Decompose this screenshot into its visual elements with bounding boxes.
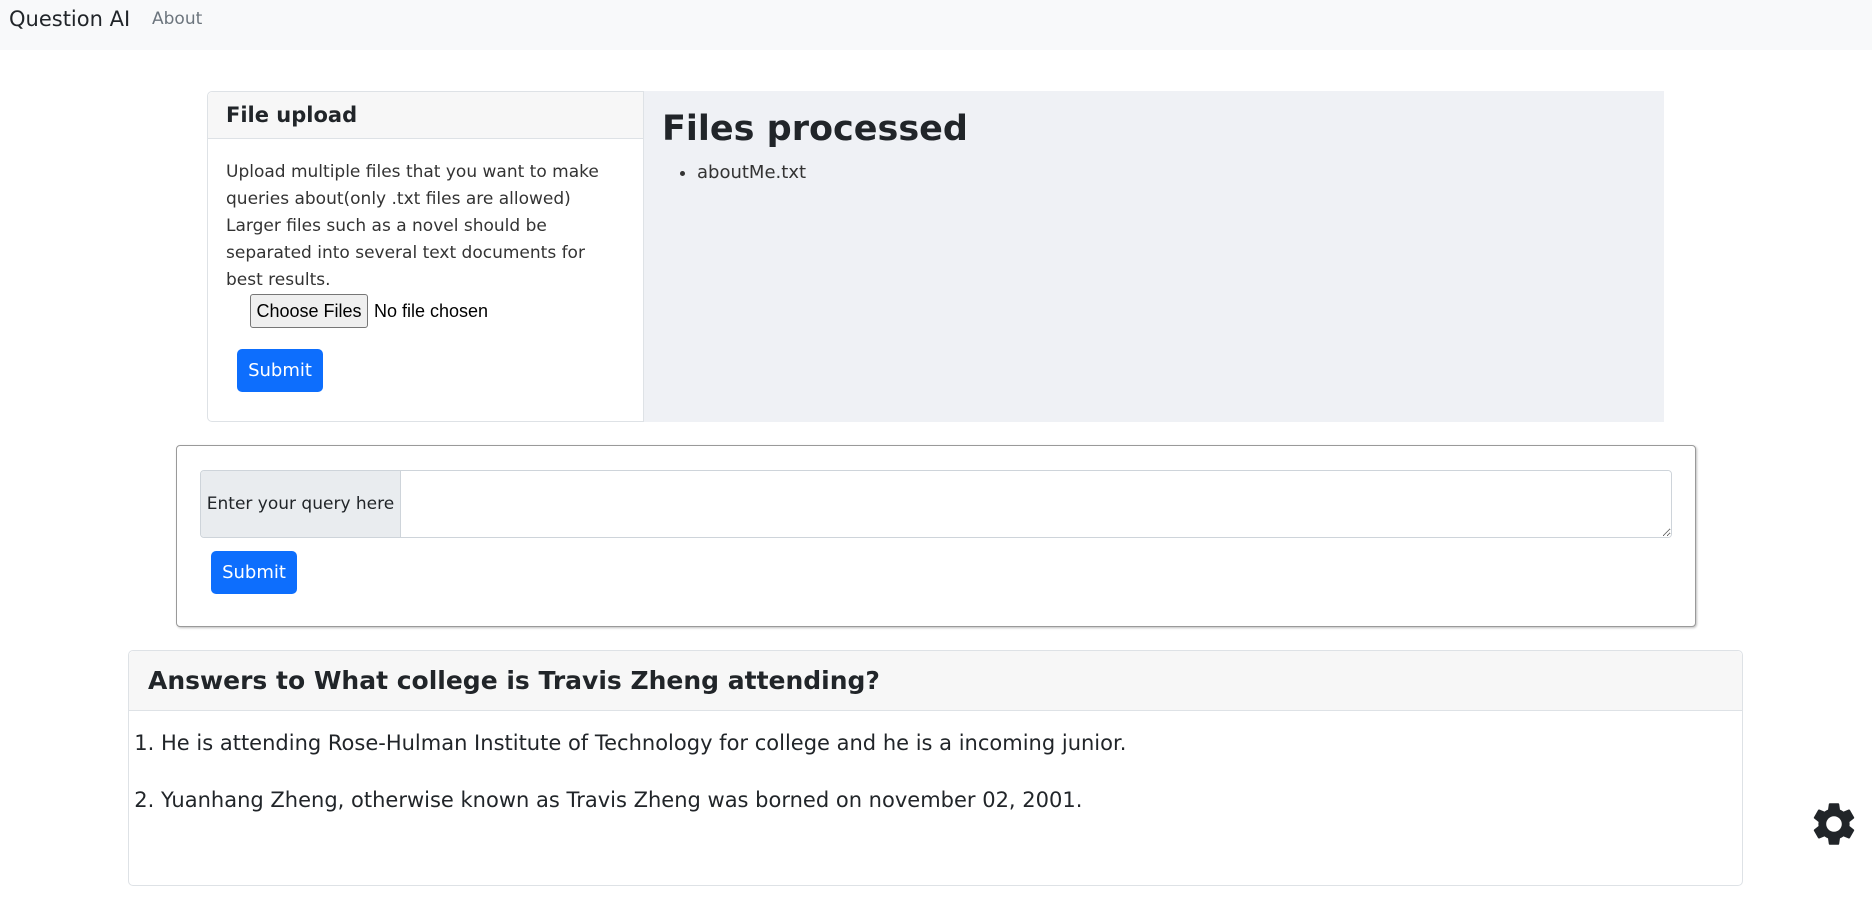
file-upload-card: File upload Upload multiple files that y…	[207, 91, 644, 422]
answer-item: He is attending Rose-Hulman Institute of…	[161, 731, 1126, 755]
file-status-text: No file chosen	[374, 300, 489, 321]
gear-icon[interactable]	[1808, 798, 1860, 850]
file-upload-description: Upload multiple files that you want to m…	[226, 162, 599, 290]
answer-item: Yuanhang Zheng, otherwise known as Travi…	[161, 788, 1126, 812]
query-submit-button[interactable]: Submit	[211, 551, 297, 594]
files-processed-list: aboutMe.txt	[697, 162, 806, 183]
upload-submit-button[interactable]: Submit	[237, 349, 323, 392]
processed-file-item: aboutMe.txt	[697, 162, 806, 183]
query-label: Enter your query here	[201, 471, 401, 537]
file-upload-title: File upload	[208, 92, 643, 139]
answers-list: He is attending Rose-Hulman Institute of…	[161, 731, 1126, 845]
query-card: Enter your query here Submit	[176, 445, 1696, 627]
choose-files-button[interactable]: Choose Files	[250, 294, 368, 328]
files-processed-title: Files processed	[662, 109, 968, 149]
navbar: Question AI About	[0, 0, 1872, 50]
answers-card: Answers to What college is Travis Zheng …	[128, 650, 1743, 886]
answers-title: Answers to What college is Travis Zheng …	[129, 651, 1742, 711]
brand-link[interactable]: Question AI	[9, 7, 130, 31]
query-textarea[interactable]	[401, 471, 1671, 537]
files-processed-panel: Files processed aboutMe.txt	[644, 91, 1664, 422]
file-input[interactable]: Choose Files No file chosen	[250, 294, 488, 328]
nav-about-link[interactable]: About	[152, 9, 202, 29]
query-input-group: Enter your query here	[200, 470, 1672, 538]
